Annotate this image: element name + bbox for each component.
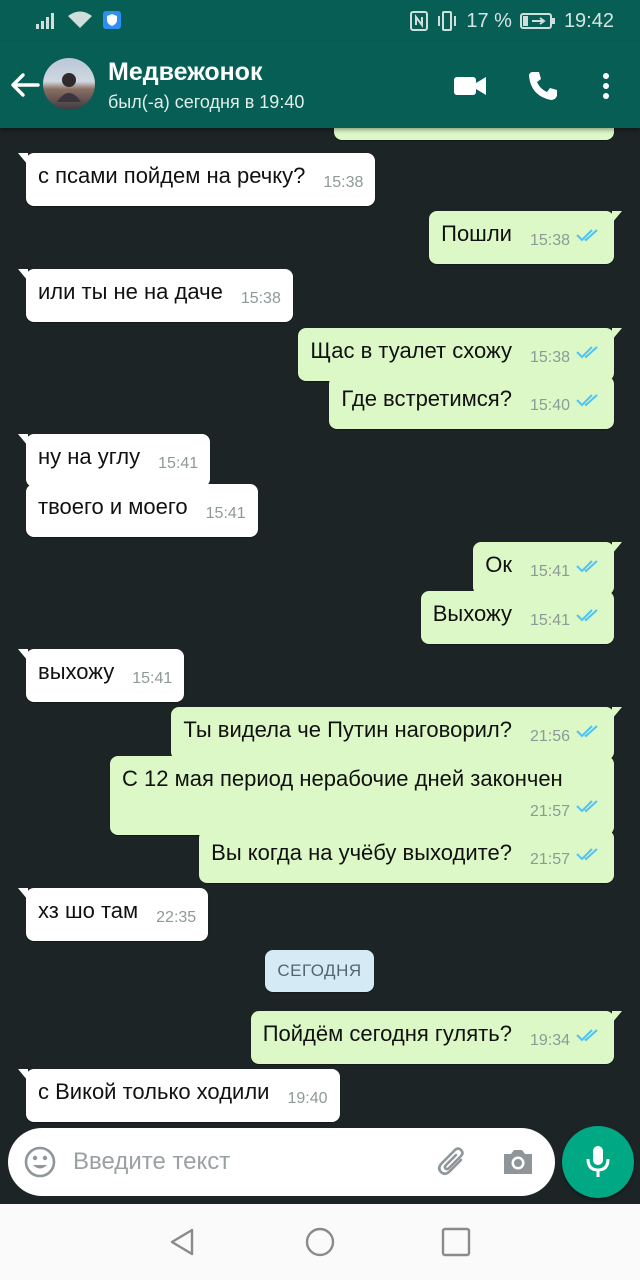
message-text: Щас в туалет схожу xyxy=(310,338,512,363)
attachment-clip-icon[interactable] xyxy=(435,1144,471,1180)
message-time: 22:35 xyxy=(156,909,197,926)
message-bubble-outgoing[interactable]: Пойдём сегодня гулять? 19:34 xyxy=(250,1011,623,1064)
message-text: выхожу xyxy=(38,659,115,684)
message-text: ну на углу xyxy=(38,444,141,469)
message-text: Пошли xyxy=(441,221,512,246)
message-time: 21:56 xyxy=(529,728,570,745)
message-time: 15:38 xyxy=(323,174,364,191)
read-ticks-icon xyxy=(576,560,598,573)
read-ticks-icon xyxy=(576,800,598,813)
message-time: 19:40 xyxy=(287,1090,328,1107)
battery-charging-icon xyxy=(519,13,555,29)
message-bubble-incoming[interactable]: ну на углу 15:41 xyxy=(17,434,211,487)
message-text: Где встретимся? xyxy=(341,386,512,411)
message-input[interactable]: Введите текст xyxy=(73,1148,230,1176)
voice-call-icon[interactable] xyxy=(525,68,561,104)
more-options-icon[interactable] xyxy=(588,68,624,104)
message-time: 15:41 xyxy=(158,455,199,472)
message-text: С 12 мая период нерабочие дней закончен xyxy=(122,766,563,791)
message-bubble-outgoing[interactable]: Ты видела че Путин наговорил? 21:56 xyxy=(171,707,622,760)
message-bubble-incoming[interactable]: с Викой только ходили 19:40 xyxy=(18,1069,340,1122)
nav-home-icon[interactable] xyxy=(304,1226,336,1258)
read-ticks-icon xyxy=(576,229,598,242)
message-time: 21:57 xyxy=(529,803,570,820)
message-time: 15:41 xyxy=(132,670,173,687)
message-text: с Викой только ходили xyxy=(38,1079,270,1104)
message-time: 15:38 xyxy=(529,349,570,366)
vibrate-icon xyxy=(438,11,457,31)
read-ticks-icon xyxy=(576,1029,598,1042)
message-time: 15:41 xyxy=(205,505,246,522)
message-text: Ок xyxy=(485,552,512,577)
read-ticks-icon xyxy=(576,346,598,359)
message-bubble-incoming[interactable]: твоего и моего 15:41 xyxy=(26,484,258,537)
message-time: 15:41 xyxy=(529,612,570,629)
message-text: Пойдём сегодня гулять? xyxy=(262,1021,512,1046)
message-text: твоего и моего xyxy=(38,494,188,519)
message-composer[interactable]: Введите текст xyxy=(8,1128,555,1196)
message-bubble-outgoing[interactable]: Выхожу 15:41 xyxy=(420,591,614,644)
message-text: Ты видела че Путин наговорил? xyxy=(183,717,512,742)
emoji-icon[interactable] xyxy=(24,1146,56,1178)
date-separator: СЕГОДНЯ xyxy=(265,950,374,992)
read-ticks-icon xyxy=(576,609,598,622)
message-text: хз шо там xyxy=(38,898,139,923)
message-bubble-outgoing[interactable]: Пошли 15:38 xyxy=(429,211,622,264)
voice-record-button[interactable] xyxy=(562,1126,634,1198)
system-navigation-bar xyxy=(0,1204,640,1280)
battery-percent: 17 % xyxy=(466,10,512,32)
message-bubble-outgoing[interactable]: Где встретимся? 15:40 xyxy=(329,376,614,429)
message-bubble-incoming[interactable]: или ты не на даче 15:38 xyxy=(18,269,293,322)
nav-recents-icon[interactable] xyxy=(440,1226,472,1258)
message-bubble-partial xyxy=(334,128,614,140)
message-bubble-outgoing[interactable]: Вы когда на учёбу выходите? 21:57 xyxy=(199,830,614,883)
message-time: 15:40 xyxy=(529,397,570,414)
status-time: 19:42 xyxy=(563,10,614,32)
message-time: 21:57 xyxy=(529,851,570,868)
message-time: 19:34 xyxy=(529,1032,570,1049)
message-bubble-outgoing[interactable]: С 12 мая период нерабочие дней закончен … xyxy=(110,756,614,835)
nav-back-icon[interactable] xyxy=(166,1226,198,1258)
contact-avatar[interactable] xyxy=(43,58,95,110)
message-bubble-incoming[interactable]: хз шо там 22:35 xyxy=(17,888,209,941)
message-bubble-incoming[interactable]: с псами пойдем на речку? 15:38 xyxy=(17,153,376,206)
wifi-icon xyxy=(68,11,92,28)
nfc-icon xyxy=(410,11,429,31)
read-ticks-icon xyxy=(576,848,598,861)
message-text: или ты не на даче xyxy=(38,279,223,304)
read-ticks-icon xyxy=(576,725,598,738)
signal-icon xyxy=(36,13,54,29)
chat-header: Медвежонок был(-а) сегодня в 19:40 xyxy=(0,42,640,128)
message-text: с псами пойдем на речку? xyxy=(38,163,306,188)
message-time: 15:38 xyxy=(240,290,281,307)
shield-icon xyxy=(103,11,121,29)
message-bubble-outgoing[interactable]: Щас в туалет схожу 15:38 xyxy=(298,328,622,381)
status-bar: 17 % 19:42 xyxy=(0,0,640,42)
microphone-icon xyxy=(586,1146,610,1177)
message-text: Выхожу xyxy=(432,601,512,626)
message-time: 15:41 xyxy=(529,563,570,580)
camera-icon[interactable] xyxy=(500,1146,536,1178)
back-arrow-icon[interactable] xyxy=(8,68,42,102)
read-ticks-icon xyxy=(576,394,598,407)
message-text: Вы когда на учёбу выходите? xyxy=(211,840,512,865)
message-list[interactable]: с псами пойдем на речку? 15:38 Пошли 15:38… xyxy=(0,128,640,1124)
message-bubble-outgoing[interactable]: Ок 15:41 xyxy=(473,542,622,595)
last-seen-status: был(-а) сегодня в 19:40 xyxy=(108,92,305,112)
contact-name[interactable]: Медвежонок xyxy=(108,58,262,87)
video-call-icon[interactable] xyxy=(452,68,488,104)
message-bubble-incoming[interactable]: выхожу 15:41 xyxy=(17,649,185,702)
message-time: 15:38 xyxy=(529,232,570,249)
